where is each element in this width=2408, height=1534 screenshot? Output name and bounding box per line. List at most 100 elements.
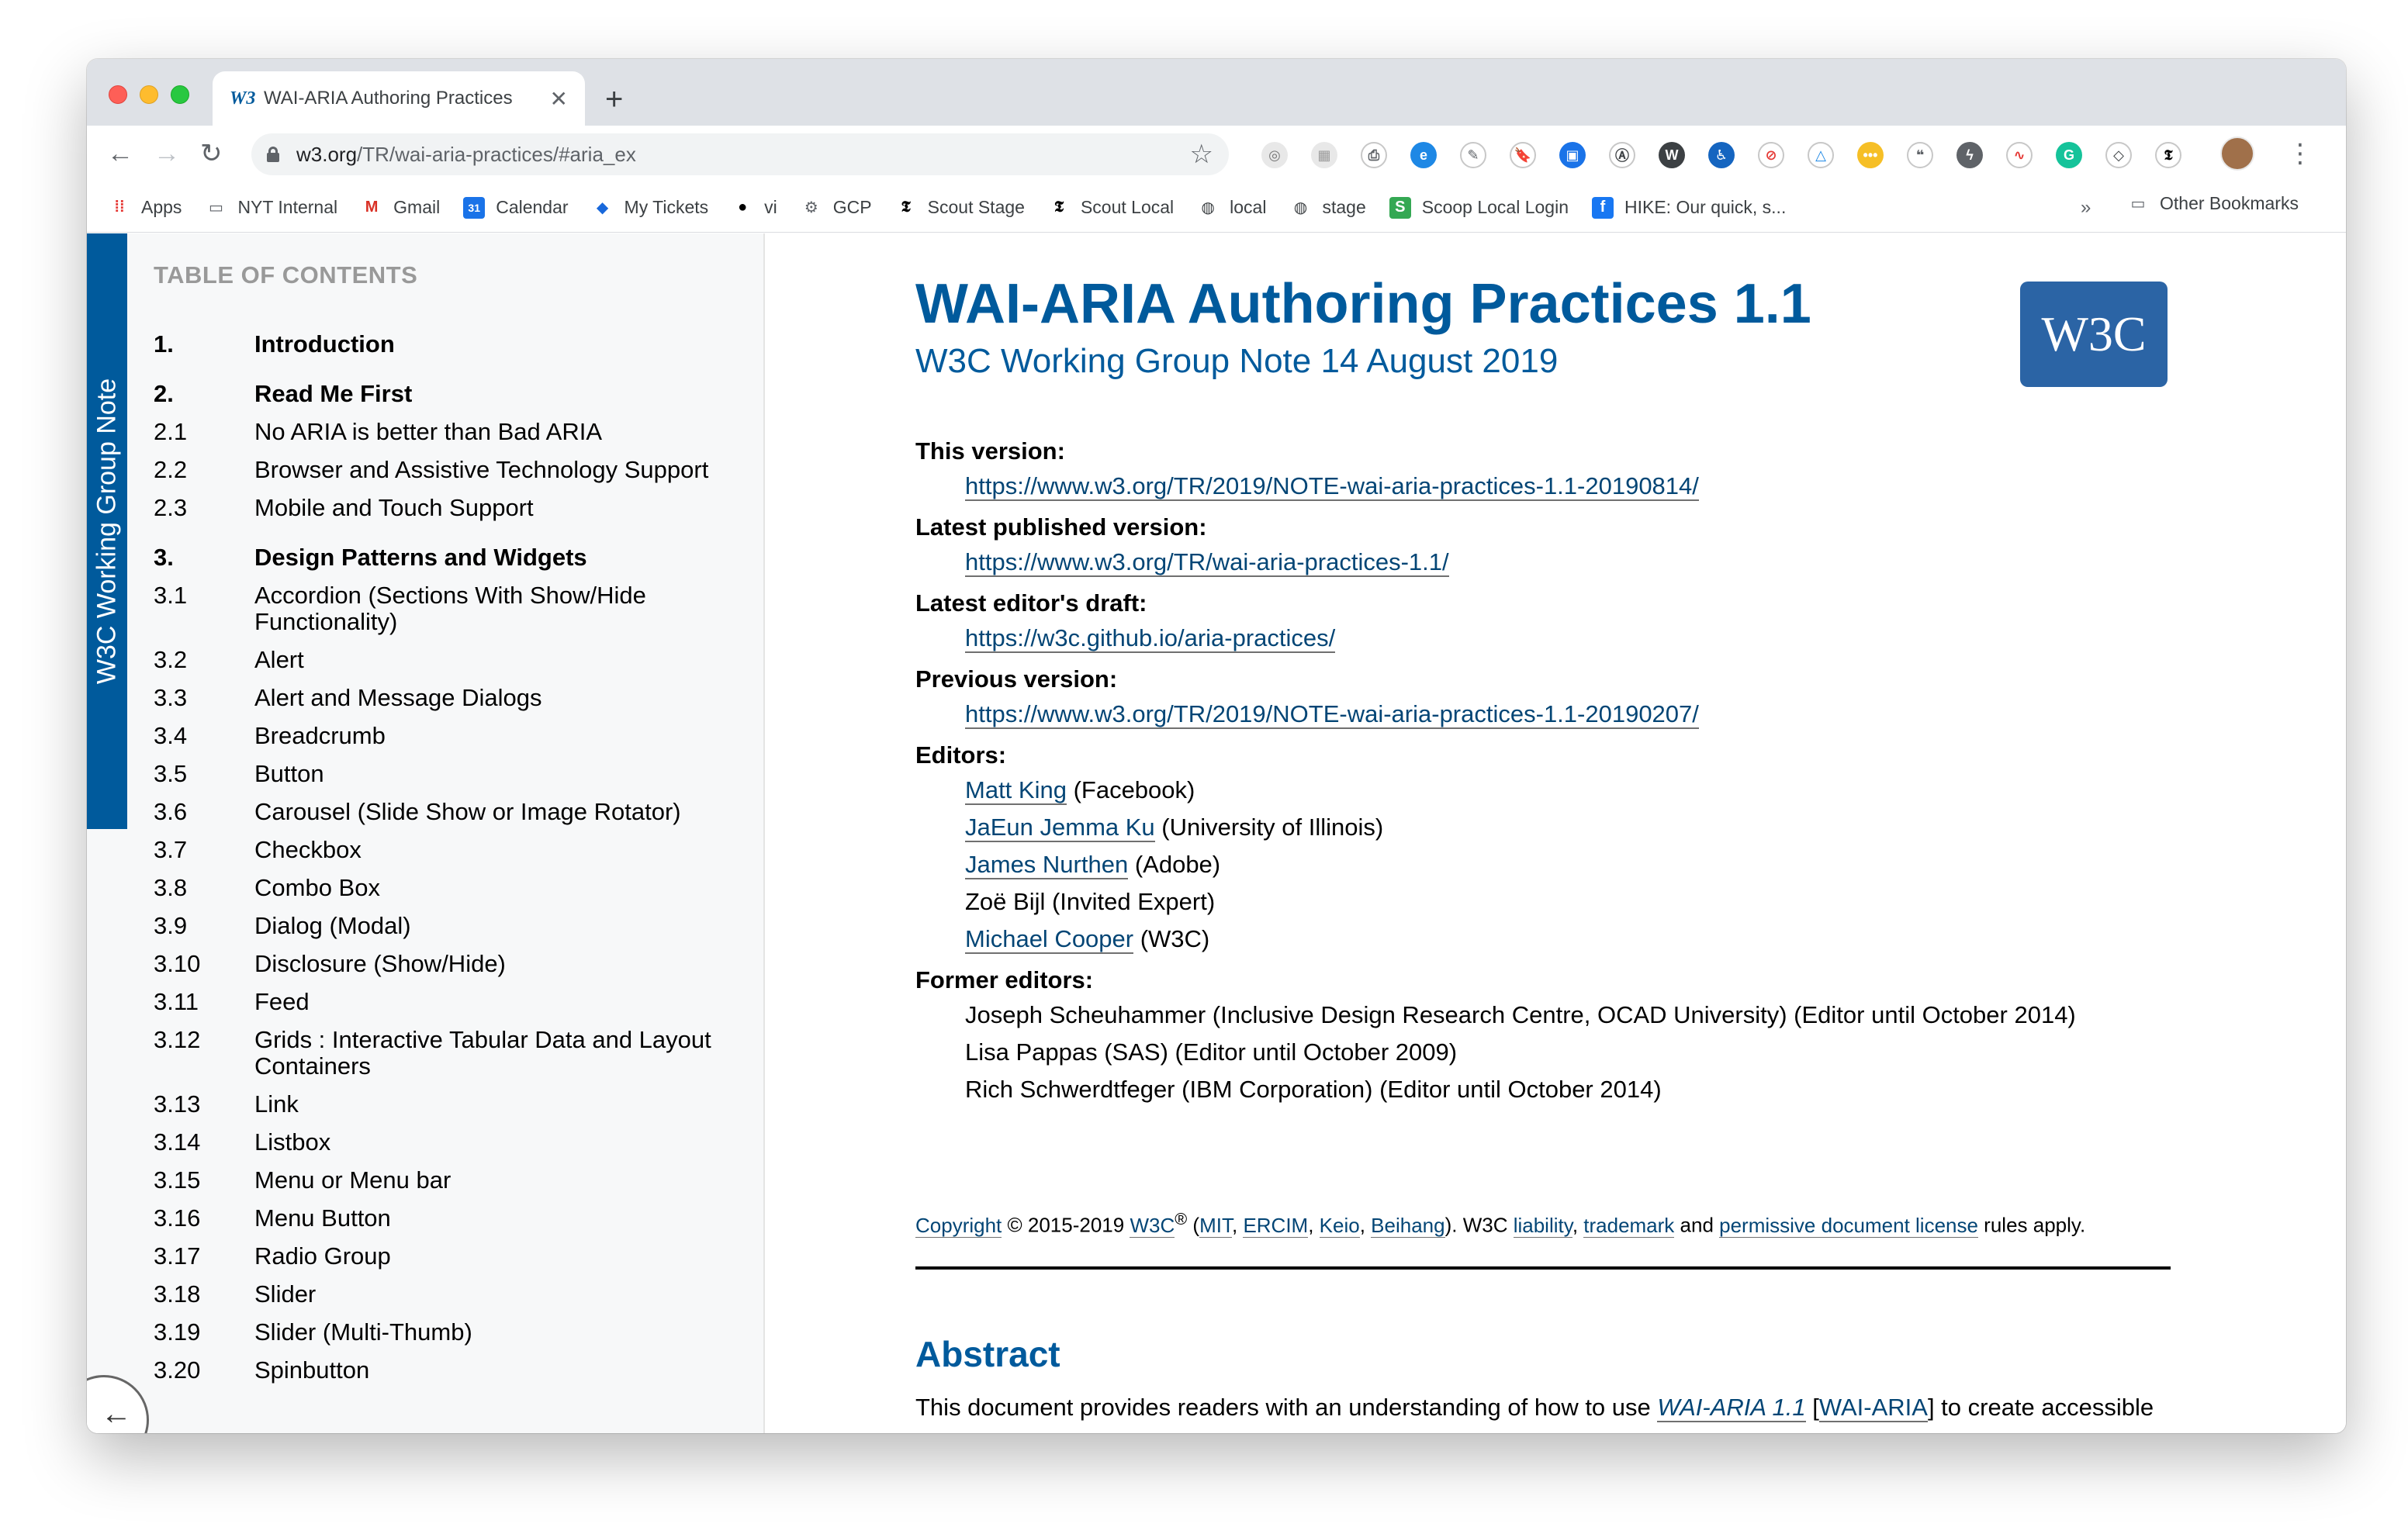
wordpress-icon[interactable]: W bbox=[1659, 142, 1685, 168]
chart-icon[interactable]: ∿ bbox=[2006, 142, 2033, 168]
keio-link[interactable]: Keio bbox=[1319, 1213, 1360, 1238]
toc-item[interactable]: 3.17 Radio Group bbox=[154, 1243, 759, 1270]
bookmark-item[interactable]: ⁞⁞ Apps bbox=[109, 197, 182, 219]
tab-wai-aria[interactable]: W3 WAI-ARIA Authoring Practices ✕ bbox=[213, 71, 585, 126]
toc-item[interactable]: 3.10 Disclosure (Show/Hide) bbox=[154, 951, 759, 977]
bookmarks-overflow-button[interactable]: » bbox=[2081, 197, 2091, 219]
bookmark-item[interactable]: ⚙ GCP bbox=[801, 197, 872, 219]
color-picker-icon[interactable]: ◎ bbox=[1261, 142, 1288, 168]
toc-item[interactable]: 3.13 Link bbox=[154, 1091, 759, 1118]
bookmark-item[interactable]: ▭ NYT Internal bbox=[205, 197, 337, 219]
editor-link[interactable]: JaEun Jemma Ku bbox=[965, 814, 1155, 842]
bookmark-item[interactable]: 𝕿 Scout Local bbox=[1048, 197, 1174, 219]
printer-icon[interactable]: ⎙ bbox=[1361, 142, 1387, 168]
nyt-icon[interactable]: 𝕿 bbox=[2155, 142, 2181, 168]
toc-item[interactable]: 3.3 Alert and Message Dialogs bbox=[154, 685, 759, 711]
ercim-link[interactable]: ERCIM bbox=[1243, 1213, 1309, 1238]
back-button[interactable]: ← bbox=[107, 136, 133, 171]
latest-published-link[interactable]: https://www.w3.org/TR/wai-aria-practices… bbox=[965, 548, 1449, 577]
beihang-link[interactable]: Beihang bbox=[1371, 1213, 1445, 1238]
bookmark-item[interactable]: f HIKE: Our quick, s... bbox=[1592, 196, 1786, 219]
toc-item[interactable]: 1. Introduction bbox=[154, 331, 759, 358]
pocket-icon[interactable]: ◇ bbox=[2105, 142, 2132, 168]
bolt-icon[interactable]: ϟ bbox=[1956, 142, 1983, 168]
zoom-window-button[interactable] bbox=[171, 85, 189, 104]
w3c-link[interactable]: W3C bbox=[1130, 1213, 1175, 1238]
bookmark-star-icon[interactable]: ☆ bbox=[1190, 139, 1213, 170]
reload-button[interactable]: ↻ bbox=[200, 136, 223, 171]
wai-aria-link[interactable]: WAI-ARIA 1.1 bbox=[1657, 1394, 1806, 1422]
toc-item[interactable]: 3. Design Patterns and Widgets bbox=[154, 544, 759, 571]
speech-icon[interactable]: ❝ bbox=[1907, 142, 1933, 168]
no-script-icon[interactable]: ⊘ bbox=[1758, 142, 1784, 168]
browser-menu-icon[interactable]: ⋮ bbox=[2287, 138, 2313, 169]
toc-item[interactable]: 3.9 Dialog (Modal) bbox=[154, 913, 759, 939]
w3c-logo[interactable]: W3C bbox=[2020, 282, 2168, 387]
toc-item[interactable]: 3.16 Menu Button bbox=[154, 1205, 759, 1232]
url-text[interactable]: w3.org/TR/wai-aria-practices/#aria_ex bbox=[296, 143, 1190, 167]
new-tab-button[interactable]: + bbox=[605, 76, 623, 123]
bookmark-item[interactable]: ◍ local bbox=[1197, 197, 1266, 219]
toc-item[interactable]: 3.20 Spinbutton bbox=[154, 1357, 759, 1384]
license-link[interactable]: permissive document license bbox=[1719, 1213, 1978, 1238]
bookmark-item[interactable]: M Gmail bbox=[361, 197, 440, 219]
grammarly-icon[interactable]: G bbox=[2056, 142, 2082, 168]
copyright-link[interactable]: Copyright bbox=[915, 1213, 1002, 1238]
editor-link[interactable]: James Nurthen bbox=[965, 851, 1129, 879]
bookmark-item[interactable]: ● vi bbox=[732, 197, 777, 219]
toc-item[interactable]: 3.5 Button bbox=[154, 761, 759, 787]
accessibility-person-icon[interactable]: ♿ bbox=[1708, 142, 1735, 168]
wai-aria-ref-link[interactable]: WAI-ARIA bbox=[1818, 1394, 1928, 1422]
toc-item[interactable]: 3.4 Breadcrumb bbox=[154, 723, 759, 749]
editor-link[interactable]: Michael Cooper bbox=[965, 925, 1134, 954]
other-bookmarks[interactable]: ▭ Other Bookmarks bbox=[2127, 192, 2299, 214]
toc-item[interactable]: 3.7 Checkbox bbox=[154, 837, 759, 863]
bookmark-item[interactable]: ◆ My Tickets bbox=[592, 197, 708, 219]
toc-item[interactable]: 2. Read Me First bbox=[154, 381, 759, 407]
trademark-link[interactable]: trademark bbox=[1583, 1213, 1675, 1238]
close-window-button[interactable] bbox=[109, 85, 127, 104]
browser-window: W3 WAI-ARIA Authoring Practices ✕ + ← → … bbox=[87, 59, 2346, 1433]
bookmark-item[interactable]: 31 Calendar bbox=[463, 196, 569, 219]
toc-item[interactable]: 3.1 Accordion (Sections With Show/Hide Fu… bbox=[154, 582, 759, 635]
accessibility-a-icon[interactable]: Ⓐ bbox=[1609, 142, 1635, 168]
mit-link[interactable]: MIT bbox=[1199, 1213, 1232, 1238]
previous-version-link[interactable]: https://www.w3.org/TR/2019/NOTE-wai-aria… bbox=[965, 700, 1699, 729]
bookmark-label: GCP bbox=[832, 197, 872, 217]
note-icon[interactable]: ••• bbox=[1857, 142, 1884, 168]
back-arrow-icon[interactable]: ← bbox=[101, 1397, 132, 1432]
toc-item[interactable]: 2.3 Mobile and Touch Support bbox=[154, 495, 759, 521]
this-version-link[interactable]: https://www.w3.org/TR/2019/NOTE-wai-aria… bbox=[965, 472, 1699, 501]
screenshot-icon[interactable]: ▦ bbox=[1311, 142, 1337, 168]
close-tab-icon[interactable]: ✕ bbox=[550, 86, 568, 112]
toc-item[interactable]: 3.2 Alert bbox=[154, 647, 759, 673]
toc-item[interactable]: 3.6 Carousel (Slide Show or Image Rotator… bbox=[154, 799, 759, 825]
eyedropper-icon[interactable]: ✎ bbox=[1460, 142, 1486, 168]
warning-icon[interactable]: △ bbox=[1808, 142, 1834, 168]
ie-tab-icon[interactable]: e bbox=[1410, 142, 1437, 168]
editors-draft-link[interactable]: https://w3c.github.io/aria-practices/ bbox=[965, 624, 1336, 653]
bookmark-item[interactable]: S Scoop Local Login bbox=[1389, 196, 1569, 219]
minimize-window-button[interactable] bbox=[140, 85, 158, 104]
folder-icon: ▭ bbox=[2130, 195, 2146, 212]
profile-avatar[interactable] bbox=[2220, 136, 2254, 171]
toc-item[interactable]: 3.19 Slider (Multi-Thumb) bbox=[154, 1319, 759, 1346]
toc-item[interactable]: 3.11 Feed bbox=[154, 989, 759, 1015]
toc-item[interactable]: 3.12 Grids : Interactive Tabular Data and… bbox=[154, 1027, 759, 1080]
window-icon[interactable]: ▣ bbox=[1559, 142, 1586, 168]
copyright-sep-1: , bbox=[1231, 1213, 1244, 1237]
toc-item[interactable]: 2.1 No ARIA is better than Bad ARIA bbox=[154, 419, 759, 445]
toc-item[interactable]: 2.2 Browser and Assistive Technology Supp… bbox=[154, 457, 759, 483]
liability-link[interactable]: liability bbox=[1513, 1213, 1572, 1238]
toc-item[interactable]: 3.8 Combo Box bbox=[154, 875, 759, 901]
forward-button[interactable]: → bbox=[154, 136, 180, 171]
w3c-note-logo[interactable]: W3C Working Group Note bbox=[87, 233, 127, 829]
bookmark-item[interactable]: 𝕿 Scout Stage bbox=[895, 197, 1025, 219]
editor-link[interactable]: Matt King bbox=[965, 776, 1067, 805]
bookmark-icon[interactable]: 🔖 bbox=[1510, 142, 1536, 168]
address-bar[interactable]: w3.org/TR/wai-aria-practices/#aria_ex ☆ bbox=[251, 133, 1229, 175]
toc-item[interactable]: 3.14 Listbox bbox=[154, 1129, 759, 1156]
toc-item[interactable]: 3.15 Menu or Menu bar bbox=[154, 1167, 759, 1194]
toc-item[interactable]: 3.18 Slider bbox=[154, 1281, 759, 1308]
bookmark-item[interactable]: ◍ stage bbox=[1289, 197, 1366, 219]
